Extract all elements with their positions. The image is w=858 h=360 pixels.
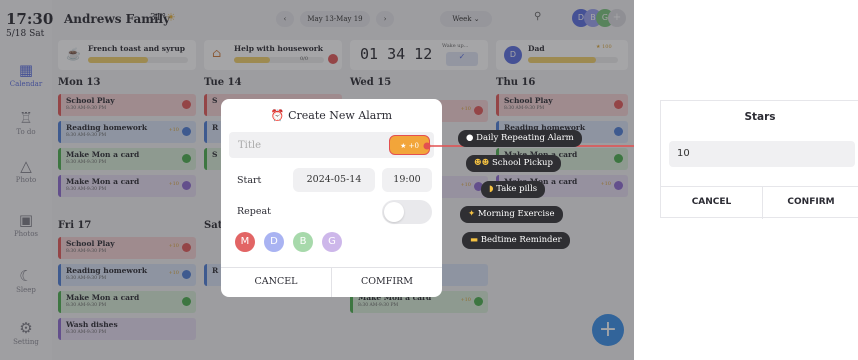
preset-school-pickup[interactable]: ☻☻ School Pickup [466, 155, 561, 172]
confirm-button[interactable]: COMFIRM [332, 267, 442, 297]
bed-icon: ▬ [470, 235, 479, 245]
repeat-label: Repeat [237, 206, 271, 217]
start-time-field[interactable]: 19:00 [382, 168, 432, 192]
stars-title: Stars [744, 111, 776, 123]
preset-daily-alarm[interactable]: ● Daily Repeating Alarm [458, 130, 582, 147]
circle-icon: ● [466, 133, 474, 143]
stars-dialog: Stars 10 CANCEL CONFIRM [660, 100, 858, 219]
stars-cancel-button[interactable]: CANCEL [661, 186, 762, 219]
preset-take-pills[interactable]: ◗ Take pills [481, 181, 546, 198]
preset-bedtime-reminder[interactable]: ▬ Bedtime Reminder [462, 232, 570, 249]
pill-icon: ◗ [489, 184, 494, 194]
dialog-title: ⏰ Create New Alarm [270, 109, 393, 122]
cancel-button[interactable]: CANCEL [221, 267, 331, 297]
star-icon: ★ [400, 142, 407, 150]
member-m[interactable]: M [235, 232, 255, 252]
exercise-icon: ✦ [468, 209, 476, 219]
create-alarm-dialog: ⏰ Create New Alarm ★ +0 Start 2024-05-14… [221, 99, 442, 297]
member-d[interactable]: D [264, 232, 284, 252]
kids-icon: ☻☻ [474, 158, 490, 168]
title-field: ★ +0 [229, 132, 434, 158]
stars-input[interactable]: 10 [669, 141, 855, 167]
member-b[interactable]: B [293, 232, 313, 252]
start-date-field[interactable]: 2024-05-14 [293, 168, 375, 192]
stars-confirm-button[interactable]: CONFIRM [763, 186, 858, 219]
member-g[interactable]: G [322, 232, 342, 252]
repeat-toggle[interactable] [382, 200, 432, 224]
alarm-clock-icon: ⏰ [270, 109, 285, 122]
preset-morning-exercise[interactable]: ✦ Morning Exercise [460, 206, 563, 223]
title-input[interactable] [229, 132, 369, 158]
start-label: Start [237, 175, 262, 186]
